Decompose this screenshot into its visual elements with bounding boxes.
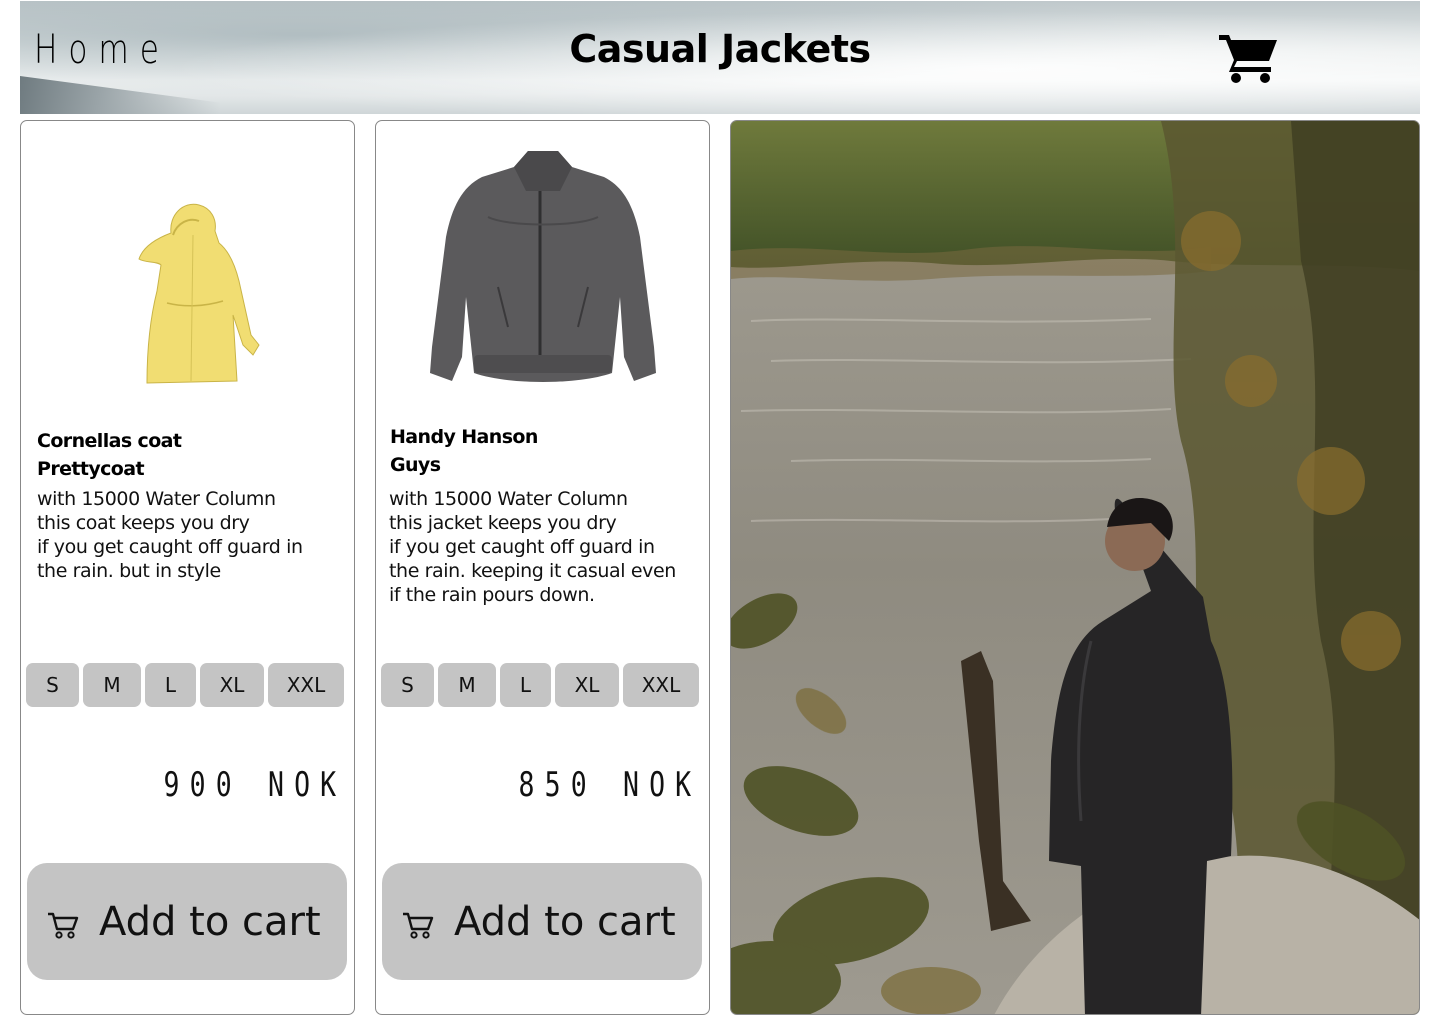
- cart-icon: [48, 912, 79, 939]
- product-name-line: Prettycoat: [37, 458, 145, 480]
- hero-photo-man-by-river: [730, 120, 1420, 1015]
- description-line: if you get caught off guard in: [37, 536, 303, 558]
- size-button-s[interactable]: S: [381, 663, 434, 707]
- description-line: this coat keeps you dry: [37, 512, 250, 534]
- description-line: the rain. keeping it casual even: [389, 560, 676, 582]
- header-background-rail: [20, 76, 220, 114]
- size-button-l[interactable]: L: [145, 663, 196, 707]
- description-line: this jacket keeps you dry: [389, 512, 617, 534]
- add-to-cart-button[interactable]: Add to cart: [27, 863, 347, 980]
- shopping-cart-icon[interactable]: [1217, 31, 1281, 85]
- product-name-line: Handy Hanson: [390, 426, 538, 448]
- hero-photo-illustration: [731, 121, 1419, 1014]
- size-button-xl[interactable]: XL: [555, 663, 619, 707]
- add-to-cart-label: Add to cart: [454, 898, 676, 945]
- page-title: Casual Jackets: [569, 27, 871, 71]
- description-line: if the rain pours down.: [389, 584, 595, 606]
- product-name-line: Guys: [390, 454, 441, 476]
- header-banner: Home Casual Jackets: [20, 1, 1420, 114]
- cart-icon: [403, 912, 434, 939]
- size-button-xxl[interactable]: XXL: [623, 663, 699, 707]
- product-name: Cornellas coat Prettycoat: [37, 427, 182, 483]
- description-line: with 15000 Water Column: [389, 488, 628, 510]
- size-button-xxl[interactable]: XXL: [268, 663, 344, 707]
- size-button-l[interactable]: L: [500, 663, 551, 707]
- size-button-xl[interactable]: XL: [200, 663, 264, 707]
- size-selector: S M L XL XXL: [381, 663, 699, 707]
- size-button-s[interactable]: S: [26, 663, 79, 707]
- description-line: if you get caught off guard in: [389, 536, 655, 558]
- description-line: with 15000 Water Column: [37, 488, 276, 510]
- size-button-m[interactable]: M: [83, 663, 141, 707]
- product-price: 900 NOK: [163, 765, 346, 805]
- product-card-handy-hanson: Handy Hanson Guys with 15000 Water Colum…: [375, 120, 710, 1015]
- product-price: 850 NOK: [518, 765, 701, 805]
- product-name: Handy Hanson Guys: [390, 423, 538, 479]
- product-card-cornellas: Cornellas coat Prettycoat with 15000 Wat…: [20, 120, 355, 1015]
- yellow-raincoat-image: [138, 203, 260, 384]
- product-name-line: Cornellas coat: [37, 430, 182, 452]
- add-to-cart-button[interactable]: Add to cart: [382, 863, 702, 980]
- product-description: with 15000 Water Column this jacket keep…: [389, 487, 694, 607]
- description-line: the rain. but in style: [37, 560, 221, 582]
- product-description: with 15000 Water Column this coat keeps …: [37, 487, 342, 583]
- size-selector: S M L XL XXL: [26, 663, 344, 707]
- grey-jacket-image: [430, 151, 656, 382]
- add-to-cart-label: Add to cart: [99, 898, 321, 945]
- size-button-m[interactable]: M: [438, 663, 496, 707]
